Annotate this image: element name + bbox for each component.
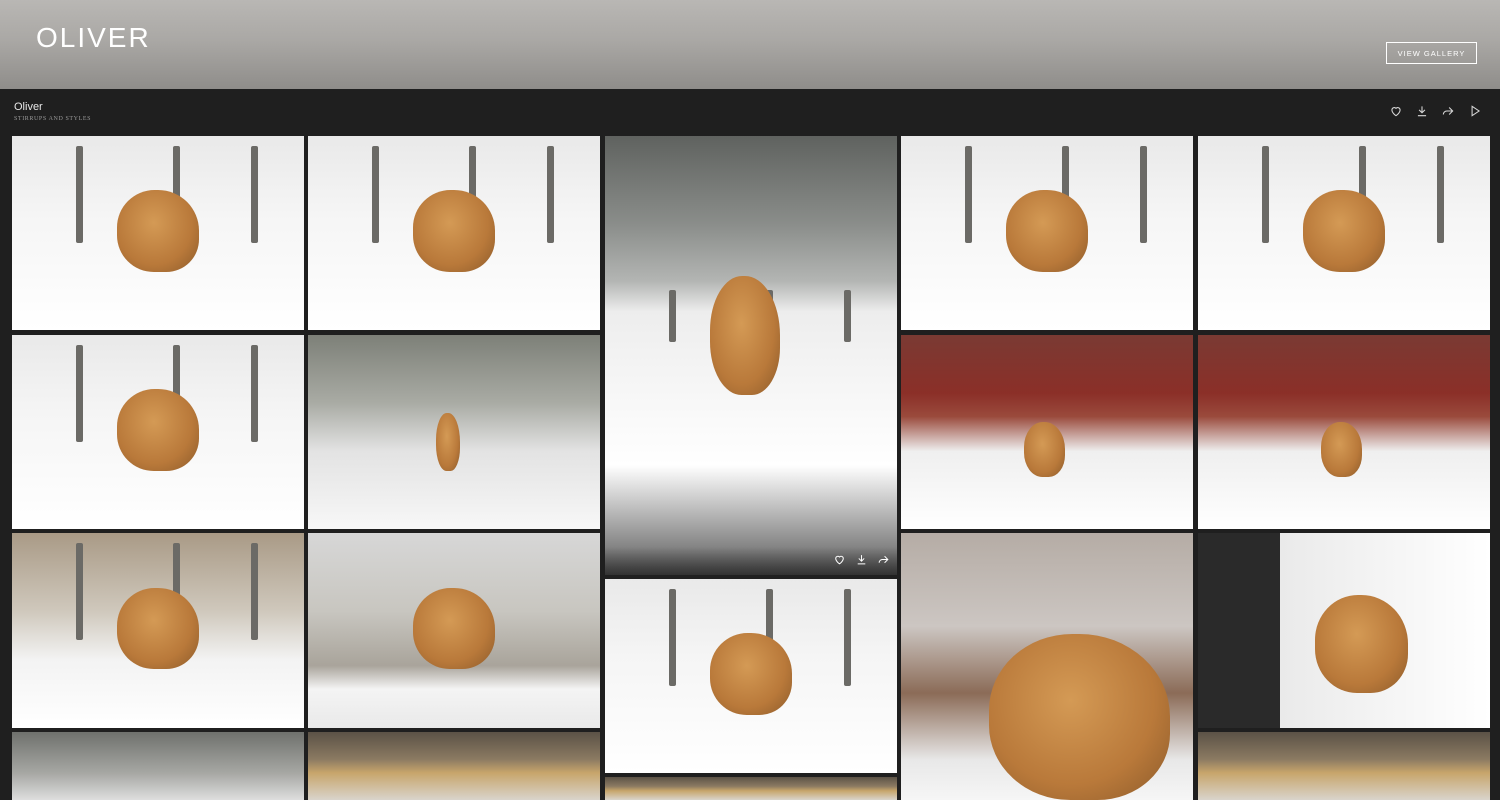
hero-title: OLIVER [36, 22, 151, 53]
gallery-toolbar [0, 89, 1500, 135]
fence-post [1140, 145, 1148, 243]
dog-subject [117, 587, 199, 670]
favorite-heart-icon[interactable] [1389, 104, 1403, 118]
dog-subject [413, 587, 495, 670]
hero-banner [0, 0, 1500, 89]
gallery-photo[interactable] [308, 136, 600, 330]
dog-subject [1320, 422, 1362, 477]
fence-post [372, 145, 380, 243]
gallery-photo[interactable] [12, 533, 304, 728]
photo-heart-icon[interactable] [833, 553, 846, 566]
gallery-photo[interactable] [1198, 533, 1490, 728]
share-icon[interactable] [1441, 104, 1455, 118]
gallery-photo[interactable] [1198, 136, 1490, 330]
fence-post [76, 542, 84, 641]
fence-post [251, 542, 259, 641]
gallery-photo[interactable] [308, 533, 600, 728]
fence-post [251, 145, 259, 243]
dog-subject [436, 412, 460, 471]
gallery-photo[interactable] [1198, 732, 1490, 800]
fence-post [251, 344, 259, 442]
gallery-photo[interactable] [901, 136, 1193, 330]
gallery-photo[interactable] [605, 777, 897, 800]
gallery-photo[interactable] [605, 136, 897, 575]
gallery-photo[interactable] [12, 335, 304, 529]
fence-post [965, 145, 973, 243]
gallery-photo[interactable] [901, 335, 1193, 529]
fence-post [1437, 145, 1445, 243]
dog-subject [117, 190, 199, 272]
gallery-photo[interactable] [308, 732, 600, 800]
gallery-photo[interactable] [308, 335, 600, 529]
photo-download-icon[interactable] [855, 553, 868, 566]
gallery-photo[interactable] [605, 579, 897, 773]
fence-post [1262, 145, 1270, 243]
fence-post [844, 289, 852, 343]
dog-subject [413, 190, 495, 272]
dog-subject [1314, 595, 1409, 693]
fence-post [547, 145, 555, 243]
dog-subject [1023, 422, 1065, 477]
gallery-title: Oliver [14, 101, 43, 113]
dog-subject [710, 276, 781, 395]
fence-post [669, 289, 677, 343]
fence-post [844, 588, 852, 686]
gallery-photo[interactable] [1198, 335, 1490, 529]
fence-post [669, 588, 677, 686]
dog-subject [1006, 190, 1088, 272]
gallery-subtitle: STIRRUPS AND STYLES [14, 116, 92, 122]
download-icon[interactable] [1415, 104, 1429, 118]
gallery-photo[interactable] [12, 732, 304, 800]
dog-subject [710, 633, 792, 715]
dog-subject [988, 634, 1170, 800]
view-gallery-button[interactable]: VIEW GALLERY [1386, 42, 1477, 64]
gallery-photo[interactable] [12, 136, 304, 330]
fence-post [76, 145, 84, 243]
gallery-photo[interactable] [901, 533, 1193, 800]
dog-subject [1303, 190, 1385, 272]
photo-share-icon[interactable] [877, 553, 890, 566]
dog-subject [117, 389, 199, 471]
slideshow-play-icon[interactable] [1468, 104, 1482, 118]
photo-hover-bar [605, 547, 897, 575]
fence-post [76, 344, 84, 442]
